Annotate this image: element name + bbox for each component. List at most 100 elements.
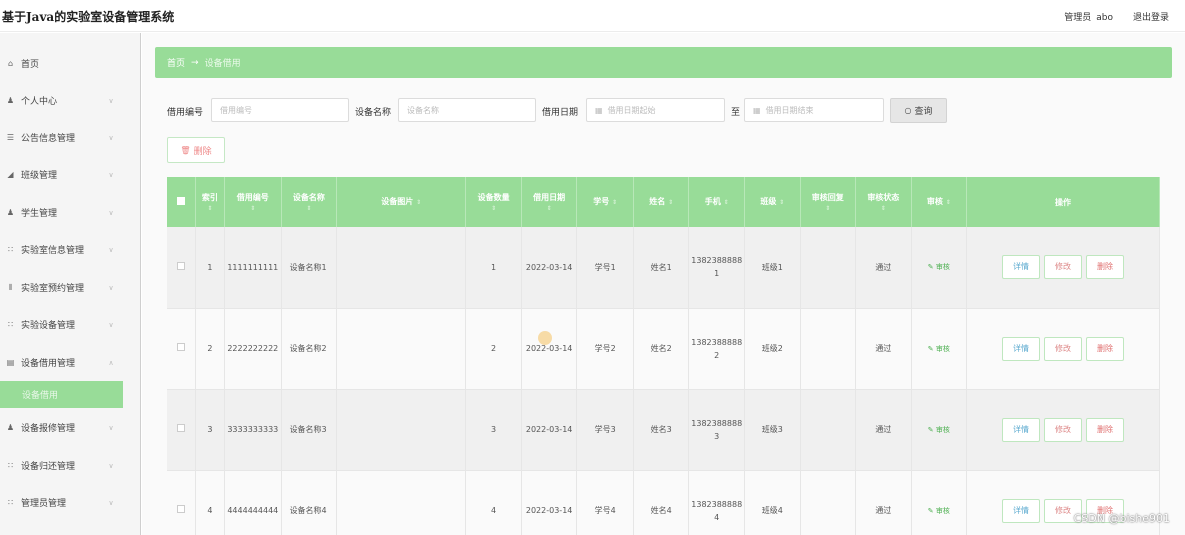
- user-icon: ♟: [6, 96, 15, 105]
- breadcrumb-separator: →: [191, 57, 199, 68]
- student-no-cell: 学号4: [576, 470, 634, 535]
- detail-button[interactable]: 详情: [1002, 255, 1041, 280]
- date-cell: 2022-03-14: [521, 470, 578, 535]
- delete-button[interactable]: 删除: [1086, 417, 1125, 442]
- column-header[interactable]: 审核状态 ⇕: [855, 177, 912, 227]
- select-all-checkbox[interactable]: [176, 196, 185, 205]
- sort-icon: ⇕: [612, 199, 618, 206]
- audit-link[interactable]: ✎ 审核: [928, 507, 950, 515]
- query-button[interactable]: ○ 查询: [890, 98, 947, 123]
- student-no-cell: 学号1: [576, 227, 634, 309]
- user-icon: ♟: [6, 423, 15, 432]
- column-header[interactable]: 设备数量 ⇕: [465, 177, 522, 227]
- row-checkbox[interactable]: [176, 505, 185, 513]
- sidebar-item-lab-info[interactable]: ∷ 实验室信息管理 ∨: [0, 231, 123, 268]
- sidebar-item-lab-device[interactable]: ∷ 实验设备管理 ∨: [0, 306, 123, 343]
- delete-button[interactable]: 删除: [1086, 255, 1125, 280]
- column-header[interactable]: 设备名称 ⇕: [281, 177, 338, 227]
- reply-cell: [800, 308, 857, 390]
- row-checkbox[interactable]: [176, 424, 185, 432]
- sidebar-item-device-borrow[interactable]: ▤ 设备借用管理 ∧: [0, 344, 123, 381]
- class-cell: 班级3: [744, 389, 801, 471]
- device-name-cell: 设备名称4: [281, 470, 338, 535]
- date-end-input[interactable]: ▦ 借用日期结束: [744, 98, 884, 122]
- date-start-input[interactable]: ▦ 借用日期起始: [586, 98, 725, 122]
- sidebar-item-admin[interactable]: ∷ 管理员管理 ∨: [0, 484, 123, 521]
- actions-cell: 详情 修改 删除: [966, 470, 1160, 535]
- column-header[interactable]: 审核 ⇕: [911, 177, 968, 227]
- detail-button[interactable]: 详情: [1002, 417, 1041, 442]
- delete-button[interactable]: 删除: [1086, 336, 1125, 361]
- device-image-cell: [336, 308, 467, 390]
- device-name-input[interactable]: 设备名称: [398, 98, 536, 122]
- audit-link[interactable]: ✎ 审核: [928, 345, 950, 353]
- grid-icon: ∷: [7, 461, 14, 470]
- index-cell: 4: [195, 470, 226, 535]
- chevron-down-icon: ∨: [108, 498, 114, 507]
- breadcrumb-home[interactable]: 首页: [167, 56, 185, 69]
- detail-button[interactable]: 详情: [1002, 498, 1041, 523]
- audit-label: 审核: [935, 425, 950, 434]
- audit-label: 审核: [935, 506, 950, 515]
- grid-icon: ∷: [7, 498, 14, 507]
- list-icon: ☰: [6, 133, 15, 142]
- batch-delete-button[interactable]: 🗑 删除: [167, 137, 225, 163]
- user-role: 管理员: [1064, 13, 1092, 23]
- sidebar-item-device-return[interactable]: ∷ 设备归还管理 ∨: [0, 447, 123, 484]
- user-name: abo: [1096, 13, 1113, 23]
- device-image-cell: [336, 227, 467, 309]
- sidebar-item-label: 管理员管理: [21, 499, 67, 509]
- actions-cell: 详情 修改 删除: [966, 389, 1160, 471]
- column-header[interactable]: 审核回复 ⇕: [800, 177, 857, 227]
- logout-link[interactable]: 退出登录: [1133, 10, 1169, 23]
- actions-cell: 详情 修改 删除: [966, 308, 1160, 390]
- sort-icon: ⇕: [723, 199, 729, 206]
- column-header[interactable]: 手机 ⇕: [688, 177, 745, 227]
- row-select-cell: [167, 389, 196, 471]
- column-header[interactable]: 姓名 ⇕: [633, 177, 690, 227]
- column-header[interactable]: 班级 ⇕: [744, 177, 801, 227]
- sidebar-item-personal-center[interactable]: ♟ 个人中心 ∨: [0, 82, 123, 119]
- edit-button[interactable]: 修改: [1044, 336, 1083, 361]
- sidebar-item-notice[interactable]: ☰ 公告信息管理 ∨: [0, 119, 123, 156]
- audit-link[interactable]: ✎ 审核: [928, 426, 950, 434]
- device-image-cell: [336, 389, 467, 471]
- column-header[interactable]: 设备图片 ⇕: [336, 177, 467, 227]
- column-header[interactable]: 借用编号 ⇕: [224, 177, 282, 227]
- chevron-down-icon: ∨: [108, 283, 114, 292]
- sidebar-item-lab-reservation[interactable]: ⫴ 实验室预约管理 ∨: [0, 269, 123, 306]
- breadcrumb: 首页 → 设备借用: [155, 47, 1172, 78]
- chevron-down-icon: ∨: [108, 320, 114, 329]
- quantity-cell: 4: [465, 470, 522, 535]
- name-cell: 姓名2: [633, 308, 690, 390]
- watermark: CSDN @bishe901: [1073, 512, 1170, 525]
- column-header[interactable]: 学号 ⇕: [576, 177, 634, 227]
- sidebar-item-device-repair[interactable]: ♟ 设备报修管理 ∨: [0, 409, 123, 446]
- edit-button[interactable]: 修改: [1044, 255, 1083, 280]
- column-header[interactable]: 索引 ⇕: [195, 177, 226, 227]
- student-no-cell: 学号2: [576, 308, 634, 390]
- sort-icon: ⇕: [825, 205, 831, 212]
- date-cell: 2022-03-14: [521, 308, 578, 390]
- audit-link[interactable]: ✎ 审核: [928, 263, 950, 271]
- sidebar-item-home[interactable]: ⌂ 首页: [0, 45, 123, 82]
- device-name-cell: 设备名称3: [281, 389, 338, 471]
- table-row: 1 1111111111 设备名称1 1 2022-03-14 学号1 姓名1 …: [167, 227, 1160, 309]
- sort-icon: ⇕: [880, 205, 886, 212]
- row-checkbox[interactable]: [176, 343, 185, 351]
- phone-cell: 13823888882: [688, 308, 745, 390]
- sidebar-item-class[interactable]: ◢ 班级管理 ∨: [0, 156, 123, 193]
- edit-button[interactable]: 修改: [1044, 417, 1083, 442]
- home-icon: ⌂: [7, 59, 14, 68]
- audit-cell: ✎ 审核: [911, 470, 968, 535]
- sidebar-subitem-device-borrow[interactable]: 设备借用: [0, 381, 123, 408]
- sidebar-item-student[interactable]: ♟ 学生管理 ∨: [0, 194, 123, 231]
- detail-button[interactable]: 详情: [1002, 336, 1041, 361]
- borrow-no-input[interactable]: 借用编号: [211, 98, 349, 122]
- phone-cell: 13823888881: [688, 227, 745, 309]
- chevron-down-icon: ∨: [108, 133, 114, 142]
- chart-icon: ◢: [7, 170, 14, 179]
- column-header[interactable]: 借用日期 ⇕: [521, 177, 578, 227]
- search-icon: ○: [904, 106, 912, 115]
- row-checkbox[interactable]: [176, 261, 185, 270]
